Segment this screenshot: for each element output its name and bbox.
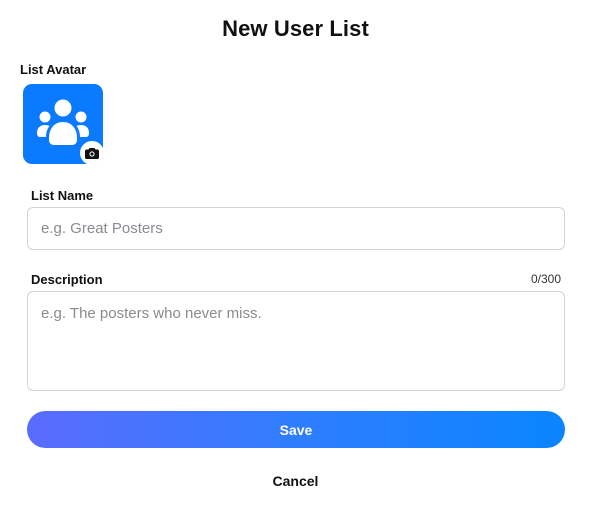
list-name-input[interactable] — [27, 207, 565, 250]
camera-glyph-icon — [85, 148, 99, 159]
list-name-label: List Name — [31, 188, 94, 203]
list-avatar-label: List Avatar — [20, 62, 87, 77]
people-group-icon — [37, 99, 89, 145]
dialog-title: New User List — [222, 16, 369, 41]
description-textarea[interactable] — [27, 291, 565, 391]
list-avatar-picker[interactable] — [23, 84, 104, 165]
new-user-list-dialog: New User List List Avatar List Name Desc… — [0, 0, 591, 526]
camera-icon[interactable] — [80, 141, 104, 165]
cancel-button[interactable]: Cancel — [0, 473, 591, 489]
description-label: Description — [31, 272, 103, 287]
description-char-counter: 0/300 — [530, 272, 561, 286]
save-button[interactable]: Save — [27, 411, 565, 448]
